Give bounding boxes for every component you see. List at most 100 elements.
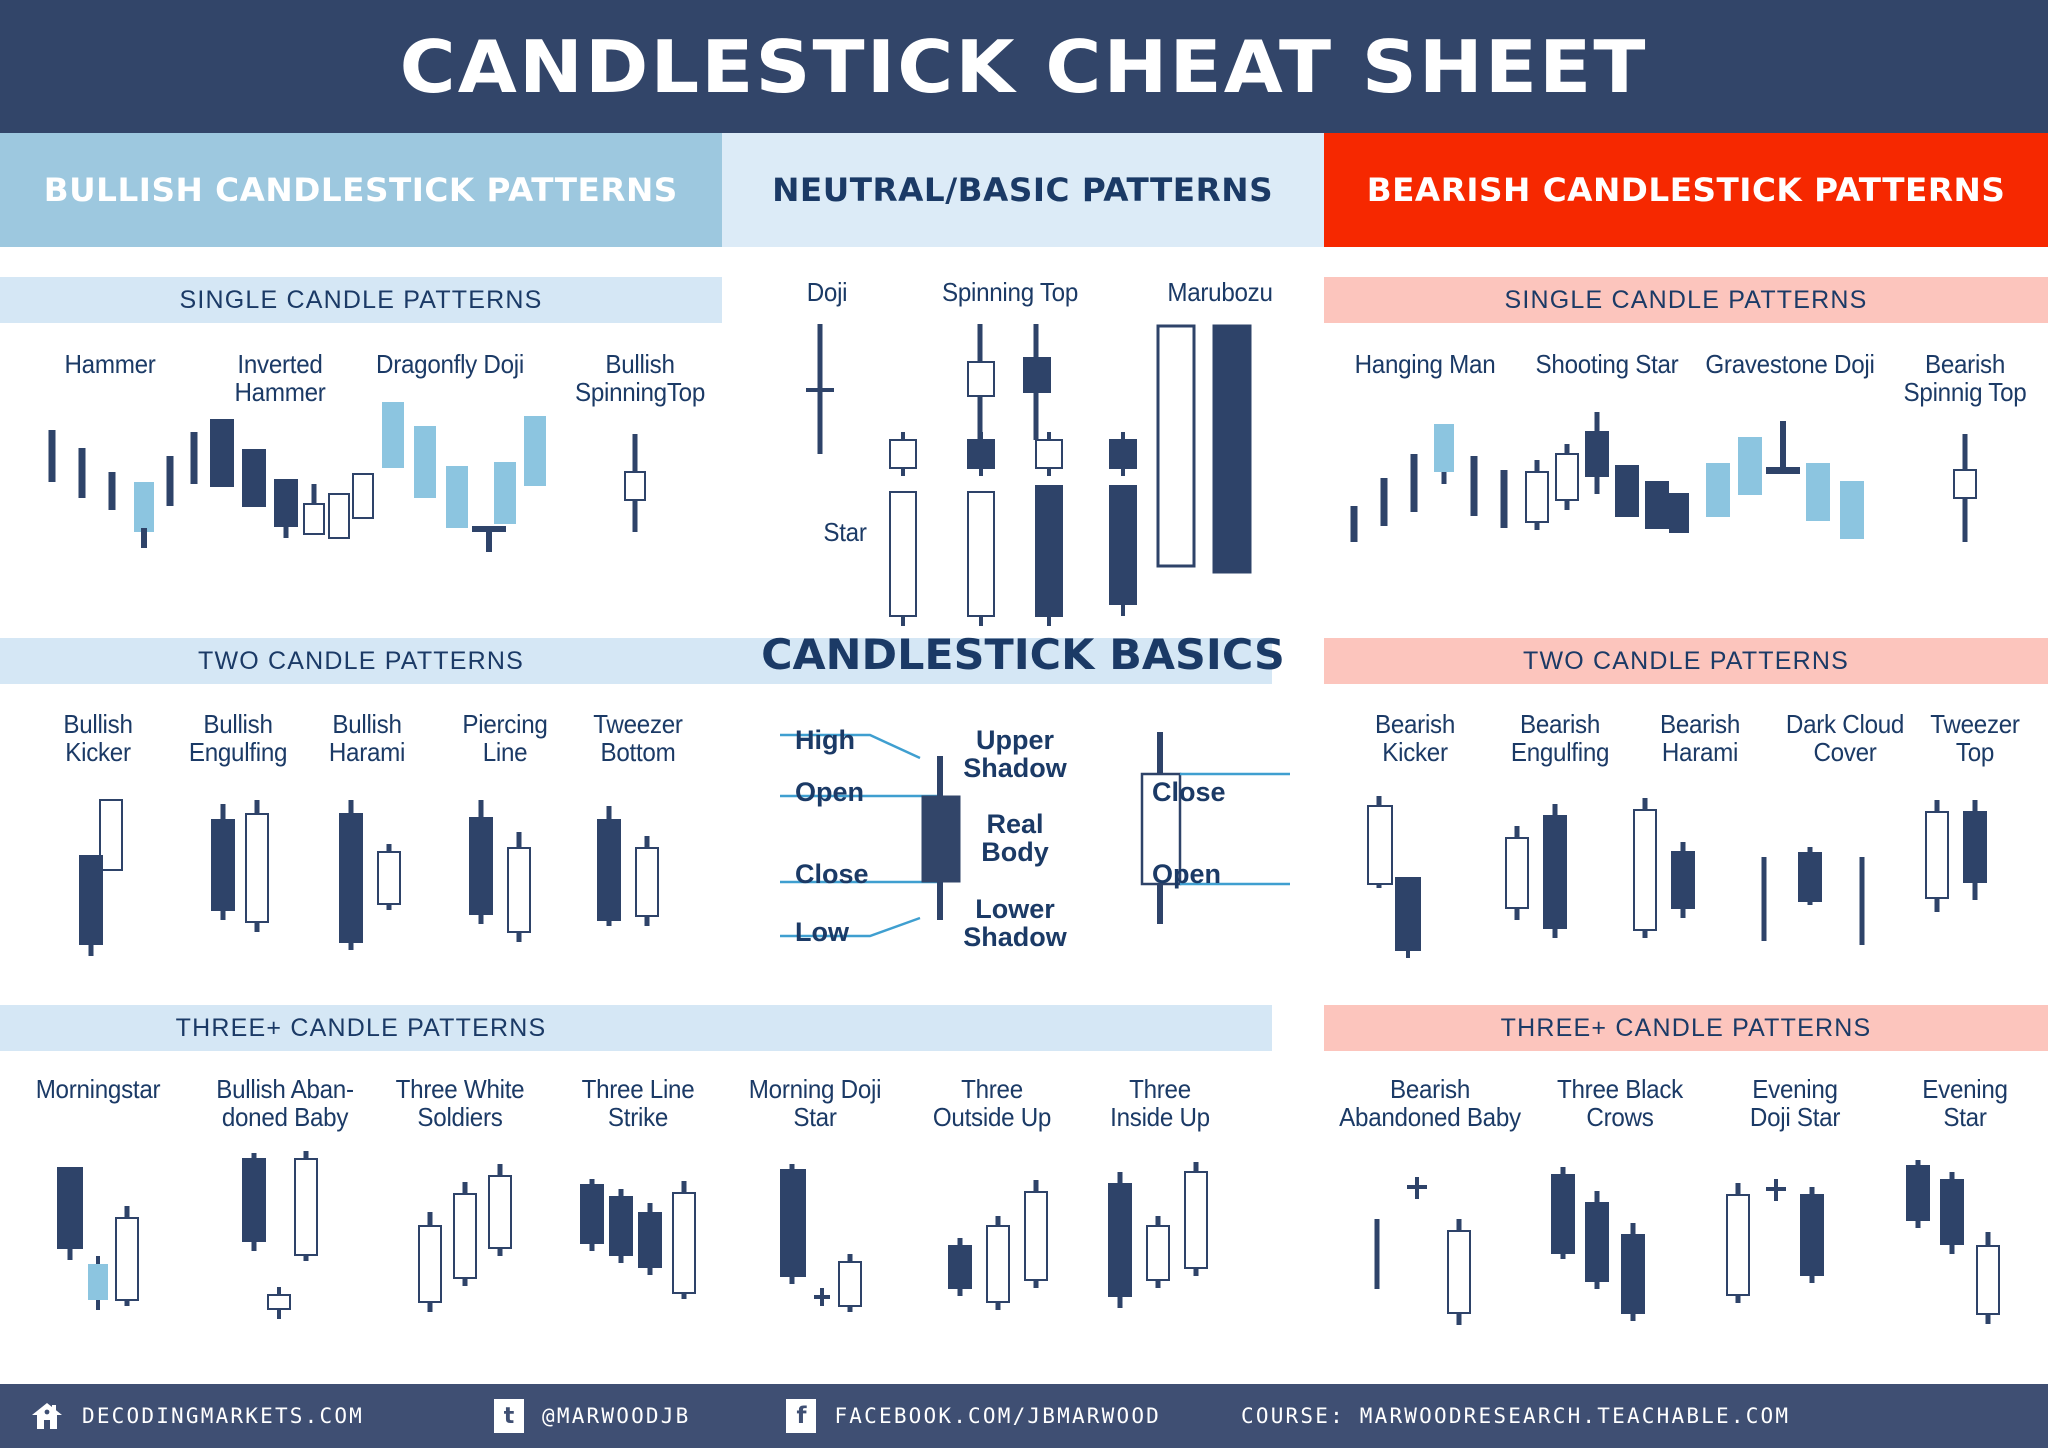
chart-three-inside-up: [1108, 1162, 1208, 1308]
bearish-column-banner: BEARISH CANDLESTICK PATTERNS: [1324, 133, 2048, 247]
chart-marubozu: [1156, 324, 1252, 574]
bullish-three-section-label: THREE+ CANDLE PATTERNS: [175, 1013, 547, 1042]
anatomy-label-upper-shadow: Upper Shadow: [963, 725, 1067, 784]
neutral-column-banner: NEUTRAL/BASIC PATTERNS: [722, 133, 1324, 247]
bullish-column-banner: BULLISH CANDLESTICK PATTERNS: [0, 133, 722, 247]
chart-hanging-man: [1350, 424, 1508, 542]
chart-three-black-crows: [1551, 1167, 1645, 1321]
bullish-banner-label: BULLISH CANDLESTICK PATTERNS: [43, 171, 679, 209]
pattern-label-three-outside-up: Three Outside Up: [932, 1074, 1052, 1133]
footer-twitter-item[interactable]: t @MARWOODJB: [494, 1399, 690, 1433]
chart-bullish-abandoned-baby: [242, 1151, 318, 1319]
pattern-label-three-white-soldiers: Three White Soldiers: [395, 1074, 525, 1133]
chart-evening-doji-star: [1726, 1179, 1824, 1303]
anatomy-label-lower-shadow: Lower Shadow: [963, 894, 1067, 953]
pattern-label-three-black-crows: Three Black Crows: [1557, 1074, 1683, 1133]
chart-bullish-harami: [339, 800, 401, 950]
pattern-label-dragonfly-doji: Dragonfly Doji: [376, 349, 524, 379]
pattern-label-bullish-kicker: Bullish Kicker: [63, 709, 133, 768]
chart-three-white-soldiers: [418, 1164, 512, 1312]
chart-gravestone-doji: [1706, 421, 1864, 539]
footer-website-item[interactable]: DECODINGMARKETS.COM: [30, 1399, 364, 1433]
home-icon: [30, 1399, 64, 1433]
twitter-icon: t: [494, 1399, 525, 1433]
pattern-label-morning-doji-star: Morning Doji Star: [748, 1074, 882, 1133]
pattern-label-bullish-abandoned-baby: Bullish Aban- doned Baby: [216, 1074, 354, 1133]
chart-star-cluster: [889, 432, 1137, 626]
pattern-label-bullish-engulfing: Bullish Engulfing: [188, 709, 288, 768]
chart-bearish-engulfing: [1505, 804, 1567, 938]
chart-shooting-star: [1525, 412, 1689, 533]
pattern-label-hammer: Hammer: [64, 349, 156, 379]
pattern-label-piercing-line: Piercing Line: [462, 709, 548, 768]
chart-three-line-strike: [580, 1179, 696, 1299]
pattern-label-bearish-engulfing: Bearish Engulfing: [1510, 709, 1610, 768]
anatomy-label-low: Low: [795, 917, 849, 947]
pattern-label-bearish-spinning-top: Bearish Spinnig Top: [1903, 349, 2027, 408]
facebook-icon: f: [786, 1399, 817, 1433]
neutral-banner-label: NEUTRAL/BASIC PATTERNS: [772, 171, 1274, 209]
bearish-three-section-label: THREE+ CANDLE PATTERNS: [1500, 1013, 1872, 1042]
bullish-single-section-bar: SINGLE CANDLE PATTERNS: [0, 277, 722, 323]
pattern-label-bearish-abandoned-baby: Bearish Abandoned Baby: [1339, 1074, 1521, 1133]
pattern-label-bearish-harami: Bearish Harami: [1659, 709, 1741, 768]
pattern-label-bullish-harami: Bullish Harami: [328, 709, 406, 768]
pattern-label-doji: Doji: [806, 277, 848, 307]
chart-bearish-kicker: [1367, 796, 1421, 958]
pattern-label-gravestone-doji: Gravestone Doji: [1705, 349, 1875, 379]
candlestick-basics-title: CANDLESTICK BASICS: [761, 630, 1285, 679]
pattern-label-shooting-star: Shooting Star: [1535, 349, 1679, 379]
pattern-label-hanging-man: Hanging Man: [1354, 349, 1496, 379]
chart-bullish-engulfing: [211, 800, 269, 932]
bearish-three-section-bar: THREE+ CANDLE PATTERNS: [1324, 1005, 2048, 1051]
chart-morningstar: [57, 1167, 139, 1310]
chart-tweezer-top: [1925, 800, 1987, 912]
footer-course-item[interactable]: COURSE: MARWOODRESEARCH.TEACHABLE.COM: [1241, 1404, 1790, 1428]
anatomy-label-high: High: [795, 725, 855, 755]
chart-evening-star: [1906, 1160, 2000, 1324]
pattern-label-marubozu: Marubozu: [1167, 277, 1273, 307]
footer-bar: DECODINGMARKETS.COM t @MARWOODJB f FACEB…: [0, 1384, 2048, 1448]
footer-website-text: DECODINGMARKETS.COM: [82, 1404, 365, 1428]
chart-inverted-hammer: [210, 419, 374, 539]
anatomy-label-open: Open: [795, 777, 865, 807]
pattern-label-three-inside-up: Three Inside Up: [1110, 1074, 1210, 1133]
chart-hammer: [48, 430, 198, 548]
bullish-three-section-bar: THREE+ CANDLE PATTERNS: [0, 1005, 1272, 1051]
chart-bearish-abandoned-baby: [1374, 1177, 1471, 1325]
pattern-label-bullish-spinning-top: Bullish SpinningTop: [574, 349, 706, 408]
footer-facebook-text: FACEBOOK.COM/JBMARWOOD: [834, 1404, 1162, 1428]
chart-dark-cloud-cover: [1761, 847, 1865, 945]
anatomy-label-close-right: Close: [1152, 777, 1226, 807]
anatomy-label-close: Close: [795, 859, 869, 889]
chart-bullish-kicker: [79, 799, 123, 956]
chart-doji: [806, 324, 834, 454]
page-title: CANDLESTICK CHEAT SHEET: [400, 24, 1648, 109]
page-title-bar: CANDLESTICK CHEAT SHEET: [0, 0, 2048, 133]
bullish-two-section-label: TWO CANDLE PATTERNS: [197, 646, 525, 675]
bearish-single-section-bar: SINGLE CANDLE PATTERNS: [1324, 277, 2048, 323]
chart-piercing-line: [469, 800, 531, 942]
anatomy-label-real-body: Real Body: [981, 809, 1049, 868]
footer-twitter-text: @MARWOODJB: [542, 1404, 691, 1428]
chart-three-outside-up: [948, 1180, 1048, 1310]
bearish-banner-label: BEARISH CANDLESTICK PATTERNS: [1366, 171, 2006, 209]
chart-bullish-spinning-top: [624, 434, 646, 532]
pattern-label-morningstar: Morningstar: [35, 1074, 161, 1104]
chart-bearish-spinning-top: [1953, 434, 1977, 542]
chart-bearish-harami: [1633, 798, 1695, 938]
anatomy-label-open-right: Open: [1152, 859, 1222, 889]
pattern-label-three-line-strike: Three Line Strike: [581, 1074, 695, 1133]
chart-morning-doji-star: [780, 1164, 862, 1312]
pattern-label-bearish-kicker: Bearish Kicker: [1374, 709, 1456, 768]
pattern-label-dark-cloud-cover: Dark Cloud Cover: [1785, 709, 1905, 768]
bearish-single-section-label: SINGLE CANDLE PATTERNS: [1504, 285, 1868, 314]
footer-facebook-item[interactable]: f FACEBOOK.COM/JBMARWOOD: [786, 1399, 1161, 1433]
cheatsheet-page: CANDLESTICK CHEAT SHEET BULLISH CANDLEST…: [0, 0, 2048, 1448]
bullish-single-section-label: SINGLE CANDLE PATTERNS: [179, 285, 543, 314]
bearish-two-section-label: TWO CANDLE PATTERNS: [1522, 646, 1850, 675]
pattern-label-tweezer-top: Tweezer Top: [1930, 709, 2020, 768]
pattern-label-evening-doji-star: Evening Doji Star: [1749, 1074, 1841, 1133]
bearish-two-section-bar: TWO CANDLE PATTERNS: [1324, 638, 2048, 684]
pattern-label-spinning-top: Spinning Top: [941, 277, 1079, 307]
